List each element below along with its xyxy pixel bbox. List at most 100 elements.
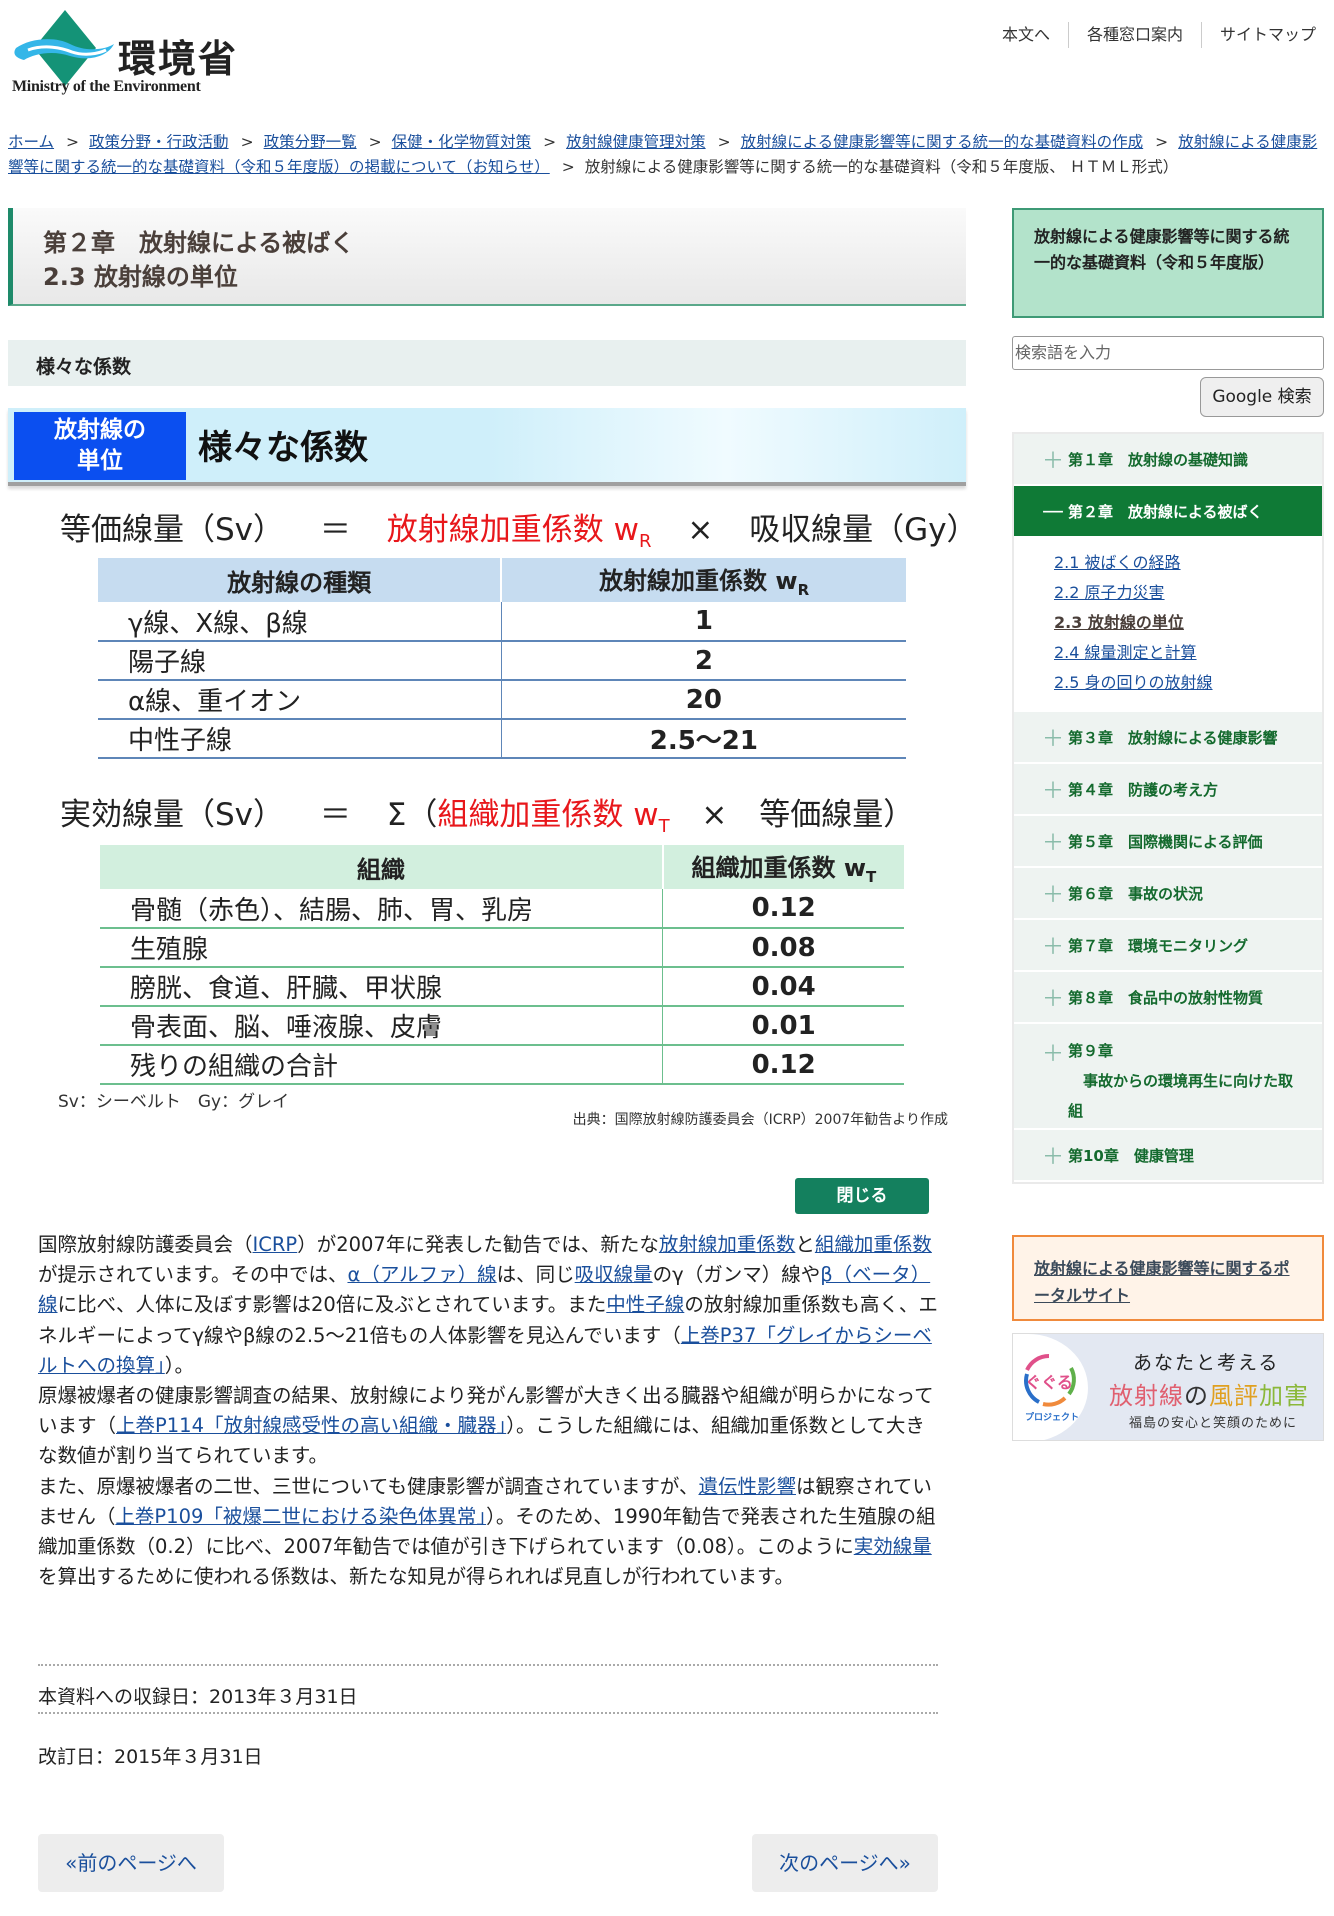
breadcrumb-separator: > [1155,133,1169,151]
table-cell-name: 中性子線 [98,719,502,760]
table-cell-name: 陽子線 [98,641,502,682]
sidebar-subsections: 2.1 被ばくの経路 2.2 原子力災害 2.3 放射線の単位 2.4 線量測定と計算… [1014,538,1322,712]
glossary-link[interactable]: 上巻P114「放射線感受性の高い組織・臓器」 [116,1414,506,1437]
glossary-link[interactable]: α（アルファ）線 [347,1263,496,1286]
google-search-button[interactable]: Google 検索 [1200,377,1324,417]
sidebar-subsection-1[interactable]: 2.1 被ばくの経路 [1054,553,1181,572]
banner-line2-part: の [1184,1382,1209,1410]
sidebar-subsection-3[interactable]: 2.3 放射線の単位 [1054,613,1184,632]
expand-icon: ＋ [1042,449,1065,474]
sidebar-chapter-1[interactable]: ＋第１章 放射線の基礎知識 [1014,434,1322,486]
sidebar-subsection-5[interactable]: 2.5 身の回りの放射線 [1054,673,1213,692]
glossary-link[interactable]: ICRP [253,1233,298,1256]
table-row: 残りの組織の合計 0.12 [100,1045,904,1086]
breadcrumb-home[interactable]: ホーム [8,133,54,151]
table-cell-name: 膀胱、食道、肝臓、甲状腺 [100,967,664,1008]
badge-line2: 単位 [77,448,123,474]
recorded-date: 本資料への収録日：2013年３月31日 [38,1686,358,1708]
chapter-nav: ＋第１章 放射線の基礎知識 — 第２章 放射線による被ばく 2.1 被ばくの経路 2.2… [1012,432,1324,1184]
chapter-heading: 第２章 放射線による被ばく 2.3 放射線の単位 [8,208,966,306]
formula-times: × [687,512,714,548]
banner-line2: 放射線の風評加害 [1109,1376,1309,1411]
figure-source: 出典：国際放射線防護委員会（ICRP）2007年勧告より作成 [572,1112,948,1129]
glossary-link[interactable]: 組織加重係数 [815,1233,932,1256]
effective-dose-formula: 実効線量（Sv） ＝ Σ（組織加重係数 wT × 等価線量） [60,789,966,837]
table-cell-name: γ線、X線、β線 [98,602,502,643]
sidebar-chapter-8[interactable]: ＋第８章 食品中の放射性物質 [1014,972,1322,1024]
sidebar-chapter-5[interactable]: ＋第５章 国際機関による評価 [1014,816,1322,868]
table-cell-value: 1 [501,602,906,643]
expand-icon: ＋ [1042,987,1065,1012]
banner-line3: 福島の安心と笑顔のために [1129,1416,1298,1431]
revised-date: 改訂日：2015年３月31日 [38,1746,263,1768]
sidebar-chapter-label: 第７章 環境モニタリング [1068,936,1249,955]
sidebar-chapter-label: 第５章 国際機関による評価 [1068,832,1263,851]
section-title: 様々な係数 [8,340,966,386]
sidebar-chapter-9[interactable]: ＋第９章 事故からの環境再生に向けた取 組 [1014,1024,1322,1130]
breadcrumb-radiation-health[interactable]: 放射線健康管理対策 [566,133,706,151]
banner-line2-part: 風評 [1209,1382,1259,1410]
main-content: 第２章 放射線による被ばく 2.3 放射線の単位 様々な係数 放射線の 単位 様… [8,208,978,1133]
breadcrumb-basic-materials[interactable]: 放射線による健康影響等に関する統一的な基礎資料の作成 [741,133,1144,151]
sidebar-chapter-10[interactable]: ＋第10章 健康管理 [1014,1130,1322,1182]
sidebar-chapter-4[interactable]: ＋第４章 防護の考え方 [1014,764,1322,816]
logo-kanji: 環境省 [118,37,239,81]
breadcrumb-separator: > [240,133,254,151]
sidebar-chapter-6[interactable]: ＋第６章 事故の状況 [1014,868,1322,920]
breadcrumb-separator: > [543,133,557,151]
table-cell-value: 2 [501,641,906,682]
sidebar-subsection-4[interactable]: 2.4 線量測定と計算 [1054,643,1197,662]
collapse-icon: — [1042,498,1064,524]
glossary-link[interactable]: 放射線加重係数 [659,1233,796,1256]
ministry-logo[interactable]: 環境省 Ministry of the Environment [10,8,250,95]
table-row: 生殖腺 0.08 [100,928,904,969]
breadcrumb-policy-list[interactable]: 政策分野一覧 [264,133,357,151]
glossary-link[interactable]: 上巻P37「グレイからシーベルトへの換算」 [38,1324,932,1377]
sidebar-subsection-2[interactable]: 2.2 原子力災害 [1054,583,1165,602]
fuhyo-banner[interactable]: ぐぐる プロジェクト あなたと考える 放射線の風評加害 福島の安心と笑顔のために [1012,1333,1324,1441]
glossary-link[interactable]: 遺伝性影響 [698,1475,796,1498]
divider [38,1664,938,1666]
column-header-radiation-weight: 放射線加重係数 wR [501,558,906,603]
sidebar-chapter-label: 第６章 事故の状況 [1068,884,1204,903]
search-input[interactable]: 検索語を入力 [1012,336,1324,370]
next-page-button[interactable]: 次のページへ» [752,1834,938,1892]
table-header-row: 組織 組織加重係数 wT [100,845,904,890]
logo-english: Ministry of the Environment [12,78,201,95]
formula-rhs: 吸収線量（Gy） [749,512,978,548]
skip-to-content-link[interactable]: 本文へ [984,22,1068,48]
previous-page-button[interactable]: «前のページへ [38,1834,224,1892]
formula-equals: ＝ [319,512,351,548]
table-row: γ線、X線、β線 1 [98,602,906,643]
breadcrumb-separator: > [368,133,382,151]
banner-line2-part: 放射線 [1109,1382,1184,1410]
table-cell-value: 0.04 [662,967,904,1008]
table-row: 中性子線 2.5〜21 [98,719,906,760]
glossary-link[interactable]: 実効線量 [854,1535,932,1558]
portal-site-link[interactable]: 放射線による健康影響等に関するポータルサイト [1034,1259,1290,1305]
formula-rhs: 等価線量） [759,797,915,834]
sidebar-chapter-label: 第８章 食品中の放射性物質 [1068,988,1264,1007]
sidebar-chapter-3[interactable]: ＋第３章 放射線による健康影響 [1014,712,1322,764]
breadcrumb: ホーム > 政策分野・行政活動 > 政策分野一覧 > 保健・化学物質対策 > 放射線健康管理対策… [8,130,1328,180]
table-cell-name: 骨髄（赤色）、結腸、肺、胃、乳房 [100,889,664,930]
table-row: 膀胱、食道、肝臓、甲状腺 0.04 [100,967,904,1008]
expand-icon: ＋ [1042,1042,1065,1067]
glossary-link[interactable]: 上巻P109「被爆二世における染色体異常」 [115,1505,486,1528]
glossary-link[interactable]: 中性子線 [606,1293,684,1316]
table-row: α線、重イオン 20 [98,680,906,721]
breadcrumb-health-chemicals[interactable]: 保健・化学物質対策 [392,133,532,151]
sitemap-link[interactable]: サイトマップ [1200,22,1334,48]
tissue-weighting-table: 組織 組織加重係数 wT 骨髄（赤色）、結腸、肺、胃、乳房 0.12 生殖腺 0.08… [100,845,904,1086]
banner-line1: あなたと考える [1133,1352,1280,1374]
sidebar-chapter-7[interactable]: ＋第７章 環境モニタリング [1014,920,1322,972]
sidebar-chapter-2[interactable]: — 第２章 放射線による被ばく [1014,486,1322,538]
sidebar-title[interactable]: 放射線による健康影響等に関する統一的な基礎資料（令和５年度版） [1012,208,1324,318]
sidebar-chapter-label: 第９章 事故からの環境再生に向けた取 組 [1068,1042,1294,1120]
expand-icon: ＋ [1042,831,1065,856]
glossary-link[interactable]: 吸収線量 [575,1263,653,1286]
close-button[interactable]: 閉じる [795,1178,929,1214]
breadcrumb-policy-activities[interactable]: 政策分野・行政活動 [89,133,229,151]
contact-guide-link[interactable]: 各種窓口案内 [1067,22,1201,48]
radiation-weighting-table: 放射線の種類 放射線加重係数 wR γ線、X線、β線 1 陽子線 2 α線、重イオン 20… [98,558,906,760]
